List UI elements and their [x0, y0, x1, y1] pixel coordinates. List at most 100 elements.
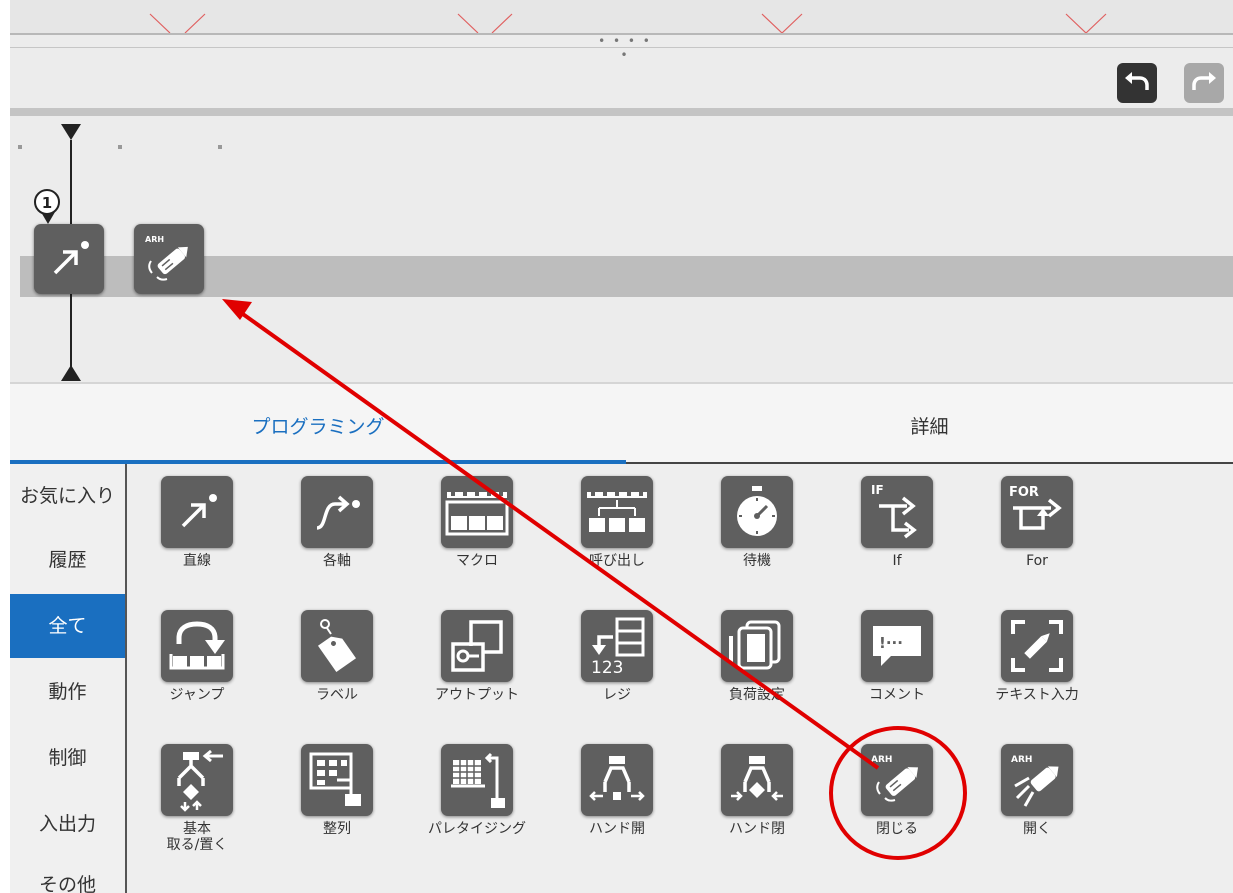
command-arh-close[interactable]: ARH 閉じる: [827, 744, 967, 874]
tab-details[interactable]: 詳細: [626, 384, 1233, 460]
command-label: 直線: [183, 553, 211, 569]
wait-stopwatch-icon: [721, 476, 793, 548]
align-icon: [301, 744, 373, 816]
timeline-block-linear[interactable]: [34, 224, 104, 294]
command-label: ハンド開: [589, 821, 645, 837]
command-align[interactable]: 整列: [267, 744, 407, 874]
command-arh-open[interactable]: ARH 開く: [967, 744, 1107, 874]
svg-text:!···: !···: [879, 634, 903, 652]
category-all[interactable]: 全て: [10, 594, 125, 658]
command-joint[interactable]: 各軸: [267, 476, 407, 606]
timeline-cursor-end-icon[interactable]: [61, 365, 81, 381]
command-label-tag[interactable]: ラベル: [267, 610, 407, 740]
redo-icon: [1192, 72, 1216, 90]
command-label: アウトプット: [435, 687, 519, 703]
command-text-input[interactable]: テキスト入力: [967, 610, 1107, 740]
hand-open-icon: [581, 744, 653, 816]
command-label: ジャンプ: [169, 687, 225, 703]
svg-text:ARH: ARH: [145, 235, 164, 244]
payload-icon: [721, 610, 793, 682]
svg-text:ARH: ARH: [871, 755, 892, 765]
timeline-block-arh-close[interactable]: ARH: [134, 224, 204, 294]
command-label: パレタイジング: [428, 821, 526, 837]
category-io[interactable]: 入出力: [10, 792, 125, 856]
step-number-badge: 1: [34, 189, 60, 215]
timeline-grid-dot: [218, 145, 222, 149]
linear-move-icon: [53, 241, 89, 275]
category-other[interactable]: その他: [10, 853, 125, 893]
command-register[interactable]: 123 レジ: [547, 610, 687, 740]
arh-open-icon: ARH: [1001, 744, 1073, 816]
for-icon: FOR: [1001, 476, 1073, 548]
top-pane-strip: [10, 0, 1233, 35]
command-palletizing[interactable]: パレタイジング: [407, 744, 547, 874]
command-label: レジ: [603, 687, 631, 703]
command-for[interactable]: FOR For: [967, 476, 1107, 606]
command-label: For: [1026, 553, 1048, 569]
command-label: 閉じる: [876, 821, 918, 837]
svg-text:IF: IF: [871, 483, 884, 497]
command-label: If: [892, 553, 902, 569]
command-label: 基本 取る/置く: [166, 821, 228, 853]
svg-text:FOR: FOR: [1009, 485, 1039, 500]
command-label: マクロ: [456, 553, 498, 569]
command-label: コメント: [869, 687, 925, 703]
arh-close-icon: ARH: [861, 744, 933, 816]
jump-icon: [161, 610, 233, 682]
linear-move-icon: [161, 476, 233, 548]
command-palette: 直線 各軸 マクロ 呼び出し 待機 IF If FOR For ジャンプ ラベル…: [127, 464, 1233, 893]
command-macro[interactable]: マクロ: [407, 476, 547, 606]
command-label: ラベル: [316, 687, 358, 703]
joint-move-icon: [301, 476, 373, 548]
command-if[interactable]: IF If: [827, 476, 967, 606]
command-label: 呼び出し: [589, 553, 645, 569]
category-favorites[interactable]: お気に入り: [10, 464, 125, 528]
command-label: ハンド閉: [729, 821, 785, 837]
pane-separator[interactable]: [10, 108, 1233, 116]
label-tag-icon: [301, 610, 373, 682]
svg-text:ARH: ARH: [1011, 755, 1032, 765]
category-history[interactable]: 履歴: [10, 528, 125, 592]
macro-icon: [441, 476, 513, 548]
command-label: 待機: [743, 553, 771, 569]
comment-icon: !···: [861, 610, 933, 682]
timeline-grid-dot: [118, 145, 122, 149]
command-wait[interactable]: 待機: [687, 476, 827, 606]
app-window: • • • • • 1 ARH プログラミング 詳細 お気に入り 履歴 全て 動…: [10, 0, 1233, 893]
register-icon: 123: [581, 610, 653, 682]
tab-programming[interactable]: プログラミング: [10, 384, 626, 460]
command-label: 整列: [323, 821, 351, 837]
command-comment[interactable]: !··· コメント: [827, 610, 967, 740]
command-hand-close[interactable]: ハンド閉: [687, 744, 827, 874]
command-linear[interactable]: 直線: [127, 476, 267, 606]
timeline-cursor-start-icon[interactable]: [61, 124, 81, 140]
command-hand-open[interactable]: ハンド開: [547, 744, 687, 874]
command-pick-place[interactable]: 基本 取る/置く: [127, 744, 267, 874]
redo-button[interactable]: [1184, 63, 1224, 103]
call-icon: [581, 476, 653, 548]
command-payload[interactable]: 負荷設定: [687, 610, 827, 740]
resize-handle[interactable]: • • • • •: [595, 34, 655, 62]
arh-close-icon: ARH: [145, 235, 188, 281]
undo-icon: [1125, 72, 1149, 90]
command-label: 負荷設定: [729, 687, 785, 703]
timeline-grid-dot: [18, 145, 22, 149]
undo-button[interactable]: [1117, 63, 1157, 103]
command-jump[interactable]: ジャンプ: [127, 610, 267, 740]
hand-close-icon: [721, 744, 793, 816]
divider: [10, 47, 1233, 48]
top-strip-marks: [149, 13, 1107, 33]
pick-place-icon: [161, 744, 233, 816]
command-label: 開く: [1023, 821, 1051, 837]
if-icon: IF: [861, 476, 933, 548]
command-label: 各軸: [323, 553, 351, 569]
category-control[interactable]: 制御: [10, 726, 125, 790]
command-call[interactable]: 呼び出し: [547, 476, 687, 606]
palletizing-icon: [441, 744, 513, 816]
category-motion[interactable]: 動作: [10, 660, 125, 724]
output-icon: [441, 610, 513, 682]
category-sidebar: お気に入り 履歴 全て 動作 制御 入出力 その他: [10, 464, 127, 893]
program-timeline[interactable]: 1 ARH: [10, 116, 1233, 382]
palette-tabs: プログラミング 詳細: [10, 382, 1233, 466]
command-output[interactable]: アウトプット: [407, 610, 547, 740]
